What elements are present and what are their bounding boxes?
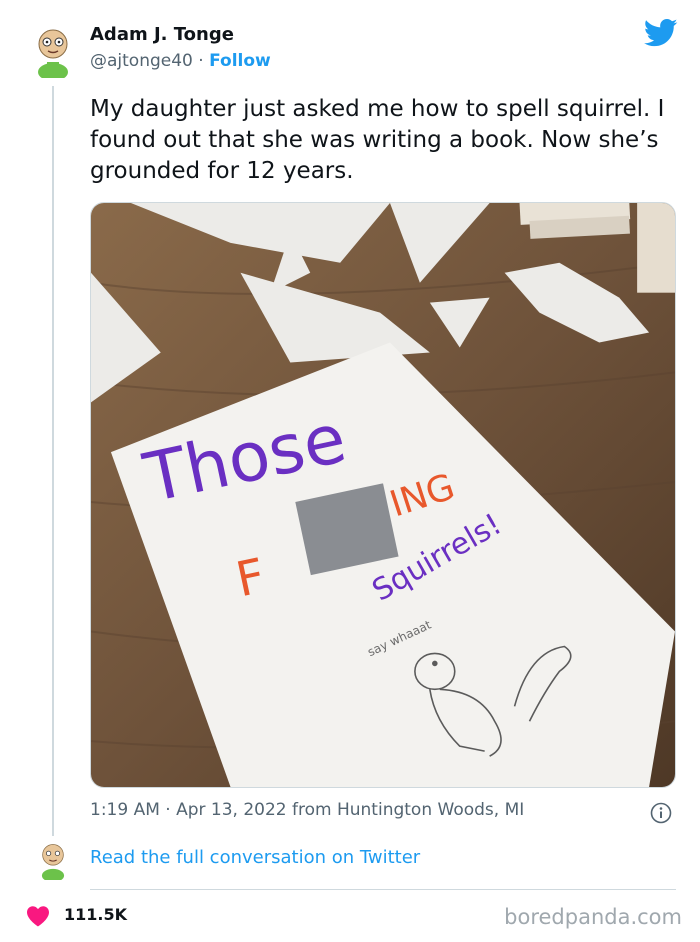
handle[interactable]: @ajtonge40 xyxy=(90,51,193,71)
read-conversation-link[interactable]: Read the full conversation on Twitter xyxy=(90,847,420,868)
tweet-text: My daughter just asked me how to spell s… xyxy=(90,96,665,184)
display-name[interactable]: Adam J. Tonge xyxy=(90,24,234,45)
timestamp-location[interactable]: 1:19 AM · Apr 13, 2022 from Huntington W… xyxy=(90,800,524,820)
like-count[interactable]: 111.5K xyxy=(64,905,127,924)
heart-icon[interactable] xyxy=(26,905,50,927)
separator: · xyxy=(192,51,210,71)
avatar-small-icon[interactable] xyxy=(36,840,70,880)
thread-line xyxy=(52,86,54,836)
handle-row: @ajtonge40 · Follow xyxy=(90,51,271,71)
follow-button[interactable]: Follow xyxy=(209,51,271,71)
info-icon[interactable] xyxy=(650,802,672,824)
avatar-icon[interactable] xyxy=(30,24,76,78)
tweet-photo[interactable]: Those F ING Squirrels! say whaaat xyxy=(90,202,676,788)
watermark: boredpanda.com xyxy=(504,905,682,929)
divider xyxy=(90,889,676,890)
twitter-bird-icon[interactable] xyxy=(644,18,678,48)
